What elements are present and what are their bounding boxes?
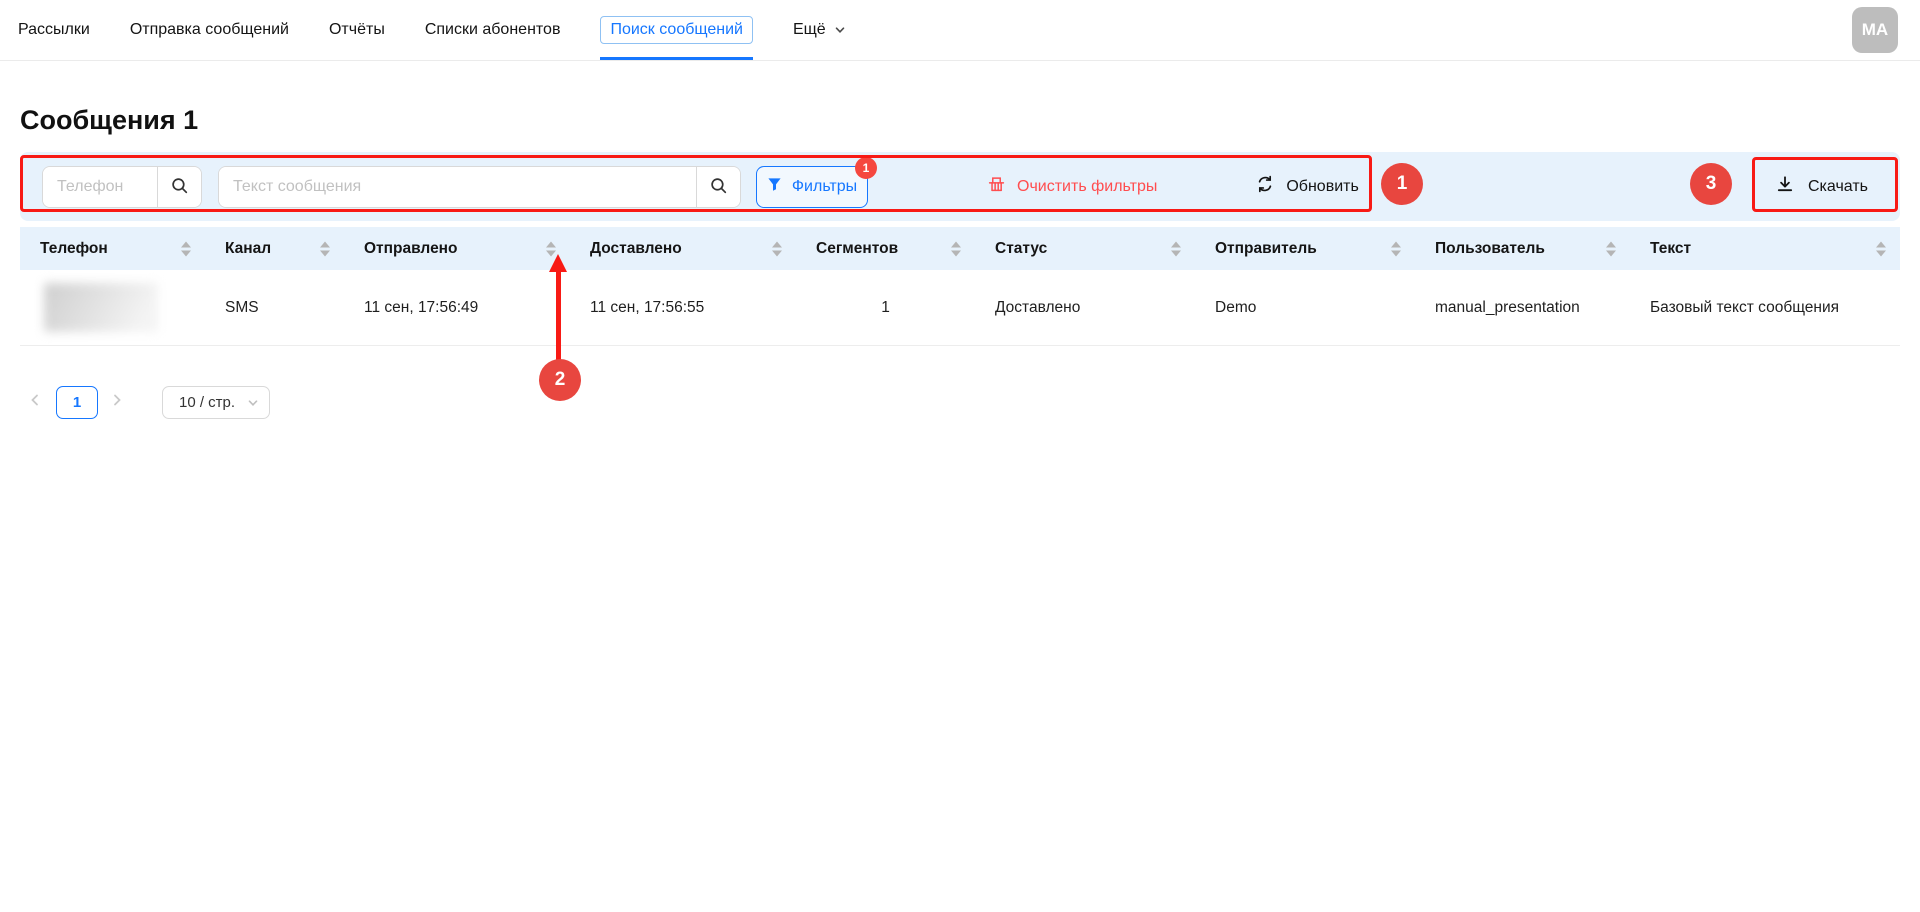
- chevron-down-icon: [247, 397, 259, 409]
- phone-redacted-blur: [44, 283, 158, 332]
- table-row: SMS 11 сен, 17:56:49 11 сен, 17:56:55 1 …: [20, 270, 1900, 346]
- pagination: 1 10 / стр.: [28, 386, 1900, 419]
- sorter-icon[interactable]: [1606, 241, 1616, 256]
- sorter-icon[interactable]: [1391, 241, 1401, 256]
- pagination-prev-button[interactable]: [28, 393, 42, 412]
- annotation-step-1: 1: [1381, 163, 1423, 205]
- tab-more[interactable]: Ещё: [793, 0, 846, 60]
- column-header-channel[interactable]: Канал: [205, 227, 344, 270]
- more-label: Ещё: [793, 21, 826, 39]
- sorter-icon[interactable]: [320, 241, 330, 256]
- column-header-segments[interactable]: Сегментов: [796, 227, 975, 270]
- sorter-icon[interactable]: [181, 241, 191, 256]
- annotation-step-3: 3: [1690, 163, 1732, 205]
- column-header-phone[interactable]: Телефон: [20, 227, 205, 270]
- cell-phone: [20, 283, 205, 332]
- pagination-page-1[interactable]: 1: [56, 386, 98, 419]
- cell-sender: Demo: [1195, 299, 1415, 317]
- chevron-down-icon: [834, 24, 846, 36]
- tab-rassylki[interactable]: Рассылки: [18, 0, 90, 60]
- column-header-delivered[interactable]: Доставлено: [570, 227, 796, 270]
- column-header-status[interactable]: Статус: [975, 227, 1195, 270]
- tab-spiski-abonentov[interactable]: Списки абонентов: [425, 0, 561, 60]
- cell-sent: 11 сен, 17:56:49: [344, 299, 570, 317]
- cell-status: Доставлено: [975, 299, 1195, 317]
- page-size-value: 10 / стр.: [179, 394, 235, 411]
- annotation-step-2: 2: [539, 359, 581, 401]
- top-navigation: Рассылки Отправка сообщений Отчёты Списк…: [0, 0, 1920, 61]
- messages-table: Телефон Канал Отправлено Доставлено Сегм…: [20, 227, 1900, 346]
- annotation-arrow-shaft: [556, 271, 561, 361]
- pagination-next-button[interactable]: [110, 393, 124, 412]
- cell-segments: 1: [796, 299, 975, 317]
- annotation-rect-toolbar: [20, 155, 1372, 212]
- page-size-select[interactable]: 10 / стр.: [162, 386, 270, 419]
- chevron-left-icon: [28, 393, 42, 412]
- column-header-sender[interactable]: Отправитель: [1195, 227, 1415, 270]
- active-tab-indicator: [600, 57, 753, 60]
- sorter-icon[interactable]: [951, 241, 961, 256]
- main-content: Сообщения 1 Фильтры 1: [0, 101, 1920, 419]
- annotation-arrow-up-icon: [549, 254, 567, 272]
- chevron-right-icon: [110, 393, 124, 412]
- sorter-icon[interactable]: [1876, 241, 1886, 256]
- user-avatar[interactable]: MA: [1852, 7, 1898, 53]
- cell-user: manual_presentation: [1415, 299, 1630, 317]
- tab-otpravka-soobshchenij[interactable]: Отправка сообщений: [130, 0, 289, 60]
- cell-channel: SMS: [205, 299, 344, 317]
- cell-text: Базовый текст сообщения: [1630, 299, 1900, 317]
- cell-delivered: 11 сен, 17:56:55: [570, 299, 796, 317]
- column-header-sent[interactable]: Отправлено: [344, 227, 570, 270]
- sorter-icon[interactable]: [1171, 241, 1181, 256]
- table-header-row: Телефон Канал Отправлено Доставлено Сегм…: [20, 227, 1900, 270]
- tab-poisk-soobshchenij[interactable]: Поиск сообщений: [600, 0, 753, 60]
- page-title: Сообщения 1: [20, 101, 1900, 139]
- column-header-user[interactable]: Пользователь: [1415, 227, 1630, 270]
- column-header-text[interactable]: Текст: [1630, 227, 1900, 270]
- annotation-rect-download: [1752, 157, 1898, 212]
- sorter-icon[interactable]: [772, 241, 782, 256]
- active-tab-label: Поиск сообщений: [600, 16, 753, 44]
- tab-otchety[interactable]: Отчёты: [329, 0, 385, 60]
